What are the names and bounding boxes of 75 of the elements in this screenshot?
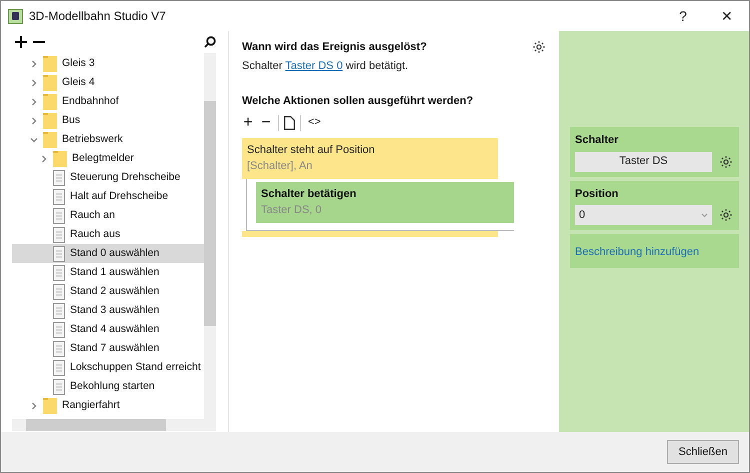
document-icon	[53, 264, 65, 280]
tree-item[interactable]: Bekohlung starten	[12, 377, 204, 396]
tree-item[interactable]: Steuerung Drehscheibe	[12, 168, 204, 187]
tree-item[interactable]: Bus	[12, 111, 204, 130]
folder-icon	[43, 74, 57, 90]
folder-icon	[43, 56, 57, 72]
folder-icon	[53, 150, 67, 166]
condition-block[interactable]: Schalter steht auf Position [Schalter], An	[242, 138, 498, 178]
app-icon	[8, 8, 23, 24]
chevron-icon[interactable]	[30, 98, 38, 106]
section-heading: Welche Aktionen sollen ausgeführt werden?	[242, 94, 474, 109]
folder-icon	[43, 112, 57, 128]
block-title: Schalter betätigen	[261, 186, 358, 202]
tree-item[interactable]: Belegtmelder	[12, 149, 204, 168]
tree-item[interactable]: Stand 7 auswählen	[12, 339, 204, 358]
position-select[interactable]: 0	[575, 205, 712, 225]
folder-icon	[43, 398, 57, 414]
document-icon	[53, 322, 65, 338]
tree-item[interactable]: Rangierfahrt	[12, 396, 204, 415]
property-label: Position	[575, 186, 620, 202]
document-icon[interactable]	[284, 116, 295, 130]
settings-icon[interactable]	[719, 154, 733, 168]
tree-item[interactable]: Stand 1 auswählen	[12, 263, 204, 282]
scrollbar[interactable]	[204, 53, 216, 419]
block-detail: [Schalter], An	[247, 159, 314, 174]
help-button[interactable]: ?	[661, 1, 705, 31]
tree-item[interactable]: Stand 4 auswählen	[12, 320, 204, 339]
add-icon[interactable]	[15, 36, 27, 48]
tree-item[interactable]: Endbahnhof	[12, 92, 204, 111]
tree-item[interactable]: Halt auf Drehscheibe	[12, 187, 204, 206]
document-icon	[53, 302, 65, 318]
tree-item[interactable]: Stand 2 auswählen	[12, 282, 204, 301]
chevron-icon[interactable]	[30, 402, 38, 410]
trigger-sentence: Schalter Taster DS 0 wird betätigt.	[242, 58, 410, 74]
search-icon[interactable]	[204, 36, 216, 48]
tree-item[interactable]: Rauch aus	[12, 225, 204, 244]
tree-item[interactable]: Stand 3 auswählen	[12, 301, 204, 320]
chevron-icon[interactable]	[40, 154, 48, 162]
chevron-icon[interactable]	[30, 78, 38, 86]
remove-button[interactable]: −	[259, 114, 273, 130]
close-button[interactable]: ✕	[705, 1, 749, 31]
property-label: Schalter	[575, 133, 620, 148]
document-icon	[53, 170, 65, 186]
tree-item[interactable]: Betriebswerk	[12, 130, 204, 149]
window-title: 3D-Modellbahn Studio V7	[29, 8, 166, 25]
block-detail: Taster DS, 0	[261, 203, 323, 218]
close-dialog-button[interactable]: Schließen	[667, 440, 739, 464]
document-icon	[53, 246, 65, 262]
document-icon	[53, 340, 65, 356]
switch-link[interactable]: Taster DS 0	[285, 60, 343, 72]
folder-icon	[43, 94, 57, 110]
tree-item[interactable]: Lokschuppen Stand erreicht	[12, 358, 204, 377]
tree-item[interactable]: Gleis 3	[12, 54, 204, 73]
settings-icon[interactable]	[532, 40, 546, 54]
section-heading: Wann wird das Ereignis ausgelöst?	[242, 40, 427, 55]
code-button[interactable]: <>	[306, 117, 323, 128]
document-icon	[53, 360, 65, 376]
settings-icon[interactable]	[719, 208, 733, 222]
chevron-icon[interactable]	[30, 60, 38, 68]
document-icon	[53, 284, 65, 300]
action-block[interactable]: Schalter betätigen Taster DS, 0	[256, 182, 514, 222]
horizontal-scrollbar[interactable]	[12, 419, 216, 431]
chevron-icon[interactable]	[30, 136, 38, 144]
chevron-icon[interactable]	[30, 116, 38, 124]
tree-item[interactable]: Gleis 4	[12, 73, 204, 92]
document-icon	[53, 378, 65, 394]
document-icon	[53, 208, 65, 224]
document-icon	[53, 226, 65, 242]
block-title: Schalter steht auf Position	[247, 142, 376, 158]
folder-icon	[43, 132, 57, 148]
document-icon	[53, 188, 65, 204]
tree-item[interactable]: Rauch an	[12, 206, 204, 225]
add-button[interactable]: +	[242, 114, 254, 130]
tree-item[interactable]: Stand 0 auswählen	[12, 244, 204, 263]
switch-button[interactable]: Taster DS	[575, 152, 712, 172]
